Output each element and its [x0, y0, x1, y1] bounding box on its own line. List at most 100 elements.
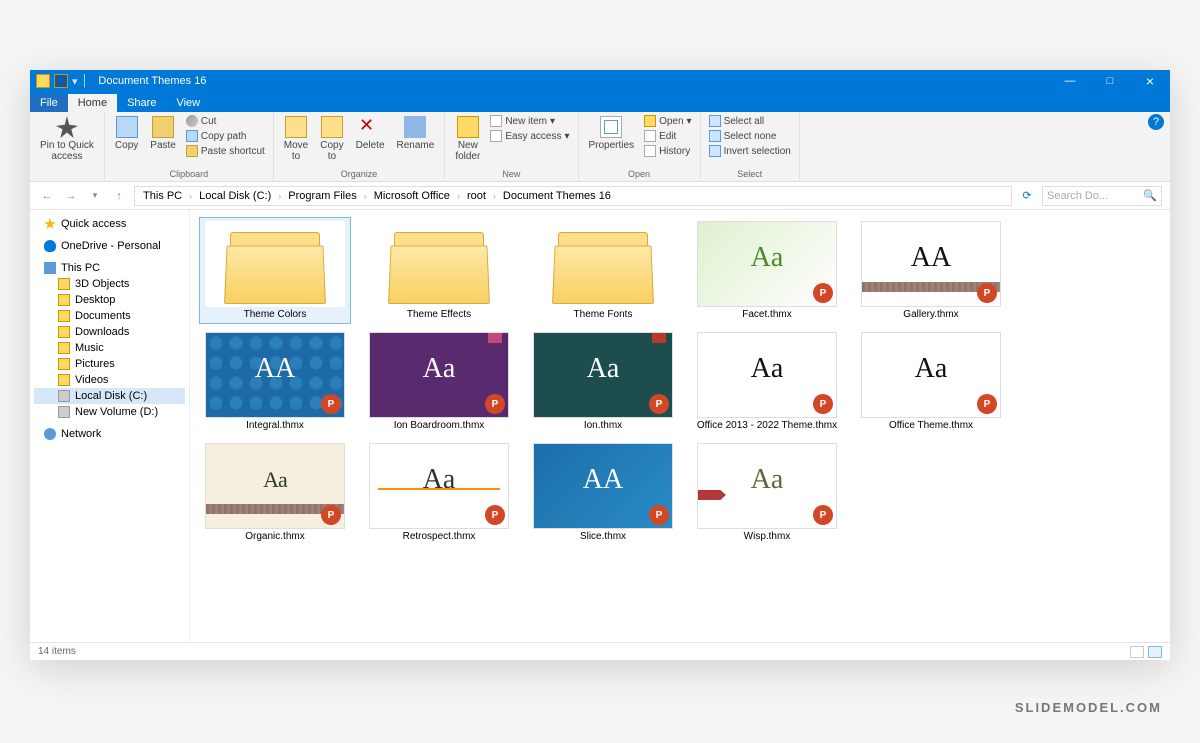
folder-icon: [58, 326, 70, 338]
new-group-label: New: [451, 169, 571, 179]
cut-button[interactable]: Cut: [184, 114, 267, 128]
theme-thumbnail: AAP: [861, 221, 1001, 307]
open-group-label: Open: [585, 169, 694, 179]
search-input[interactable]: Search Do... 🔍: [1042, 186, 1162, 206]
nav-item[interactable]: Music: [34, 340, 185, 356]
up-button[interactable]: ↑: [110, 187, 128, 205]
nav-quick-access[interactable]: Quick access: [34, 216, 185, 232]
theme-item[interactable]: AaPOrganic.thmx: [200, 440, 350, 545]
new-item-button[interactable]: New item ▾: [488, 114, 571, 128]
recent-button[interactable]: ▾: [86, 187, 104, 205]
history-button[interactable]: History: [642, 144, 694, 158]
breadcrumb-segment[interactable]: Program Files: [284, 190, 360, 202]
tab-file[interactable]: File: [30, 94, 68, 112]
clipboard-group-label: Clipboard: [111, 169, 267, 179]
nav-item[interactable]: New Volume (D:): [34, 404, 185, 420]
nav-item[interactable]: Downloads: [34, 324, 185, 340]
theme-item[interactable]: AaPIon.thmx: [528, 329, 678, 434]
move-to-button[interactable]: Move to: [280, 114, 312, 164]
tab-home[interactable]: Home: [68, 94, 117, 112]
theme-item[interactable]: AaPOffice Theme.thmx: [856, 329, 1006, 434]
minimize-button[interactable]: —: [1050, 70, 1090, 92]
content-pane: Theme ColorsTheme EffectsTheme FontsAaPF…: [190, 210, 1170, 642]
rename-button[interactable]: Rename: [393, 114, 439, 153]
new-folder-button[interactable]: New folder: [451, 114, 484, 164]
powerpoint-icon: P: [813, 505, 833, 525]
folder-item[interactable]: Theme Colors: [200, 218, 350, 323]
select-all-button[interactable]: Select all: [707, 114, 793, 128]
nav-item[interactable]: 3D Objects: [34, 276, 185, 292]
chevron-right-icon: ›: [456, 191, 461, 201]
star-icon: [44, 218, 56, 230]
item-label: Office Theme.thmx: [889, 420, 973, 431]
theme-item[interactable]: AAPSlice.thmx: [528, 440, 678, 545]
breadcrumb-segment[interactable]: Microsoft Office: [370, 190, 454, 202]
nav-item[interactable]: Pictures: [34, 356, 185, 372]
nav-onedrive[interactable]: OneDrive - Personal: [34, 238, 185, 254]
back-button[interactable]: ←: [38, 187, 56, 205]
item-label: Ion Boardroom.thmx: [394, 420, 485, 431]
details-view-button[interactable]: [1130, 646, 1144, 658]
theme-item[interactable]: AaPOffice 2013 - 2022 Theme.thmx: [692, 329, 842, 434]
properties-button[interactable]: Properties: [585, 114, 639, 153]
close-button[interactable]: ×: [1130, 70, 1170, 92]
nav-item[interactable]: Local Disk (C:): [34, 388, 185, 404]
navigation-pane: Quick access OneDrive - Personal This PC…: [30, 210, 190, 642]
theme-item[interactable]: AaPWisp.thmx: [692, 440, 842, 545]
tab-view[interactable]: View: [166, 94, 210, 112]
nav-item[interactable]: Documents: [34, 308, 185, 324]
edit-button[interactable]: Edit: [642, 129, 694, 143]
open-button[interactable]: Open ▾: [642, 114, 694, 128]
breadcrumb-segment[interactable]: This PC: [139, 190, 186, 202]
forward-button[interactable]: →: [62, 187, 80, 205]
breadcrumb[interactable]: This PC›Local Disk (C:)›Program Files›Mi…: [134, 186, 1012, 206]
explorer-window: ▾ │ Document Themes 16 — □ × File Home S…: [30, 70, 1170, 660]
theme-item[interactable]: AaPIon Boardroom.thmx: [364, 329, 514, 434]
chevron-right-icon: ›: [277, 191, 282, 201]
tab-share[interactable]: Share: [117, 94, 166, 112]
folder-item[interactable]: Theme Effects: [364, 218, 514, 323]
paste-shortcut-button[interactable]: Paste shortcut: [184, 144, 267, 158]
pin-quick-access-button[interactable]: Pin to Quick access: [36, 114, 98, 164]
nav-this-pc[interactable]: This PC: [34, 260, 185, 276]
select-none-button[interactable]: Select none: [707, 129, 793, 143]
help-button[interactable]: ?: [1148, 114, 1164, 130]
breadcrumb-segment[interactable]: Local Disk (C:): [195, 190, 275, 202]
folder-item[interactable]: Theme Fonts: [528, 218, 678, 323]
search-placeholder: Search Do...: [1047, 190, 1108, 202]
refresh-button[interactable]: ⟳: [1018, 187, 1036, 205]
item-label: Retrospect.thmx: [403, 531, 476, 542]
search-icon: 🔍: [1143, 189, 1157, 202]
drive-icon: [58, 390, 70, 402]
folder-icon: [58, 310, 70, 322]
maximize-button[interactable]: □: [1090, 70, 1130, 92]
theme-item[interactable]: AaPFacet.thmx: [692, 218, 842, 323]
theme-item[interactable]: AAP Gallery.thmx: [856, 218, 1006, 323]
item-label: Facet.thmx: [742, 309, 791, 320]
theme-item[interactable]: AAPIntegral.thmx: [200, 329, 350, 434]
item-label: Gallery.thmx: [903, 309, 958, 320]
theme-thumbnail: AaP: [369, 443, 509, 529]
breadcrumb-segment[interactable]: Document Themes 16: [499, 190, 615, 202]
folder-icon: [58, 294, 70, 306]
nav-item[interactable]: Desktop: [34, 292, 185, 308]
chevron-right-icon: ›: [188, 191, 193, 201]
chevron-right-icon: ›: [363, 191, 368, 201]
organize-group-label: Organize: [280, 169, 439, 179]
easy-access-button[interactable]: Easy access ▾: [488, 129, 571, 143]
nav-network[interactable]: Network: [34, 426, 185, 442]
copy-path-button[interactable]: Copy path: [184, 129, 267, 143]
theme-thumbnail: AaP: [533, 332, 673, 418]
copy-button[interactable]: Copy: [111, 114, 142, 153]
paste-button[interactable]: Paste: [146, 114, 180, 153]
breadcrumb-segment[interactable]: root: [463, 190, 490, 202]
theme-item[interactable]: AaP Retrospect.thmx: [364, 440, 514, 545]
delete-button[interactable]: ✕Delete: [352, 114, 389, 153]
nav-item[interactable]: Videos: [34, 372, 185, 388]
powerpoint-icon: P: [485, 505, 505, 525]
item-label: Theme Fonts: [574, 309, 633, 320]
cloud-icon: [44, 240, 56, 252]
invert-selection-button[interactable]: Invert selection: [707, 144, 793, 158]
copy-to-button[interactable]: Copy to: [316, 114, 347, 164]
thumbnails-view-button[interactable]: [1148, 646, 1162, 658]
